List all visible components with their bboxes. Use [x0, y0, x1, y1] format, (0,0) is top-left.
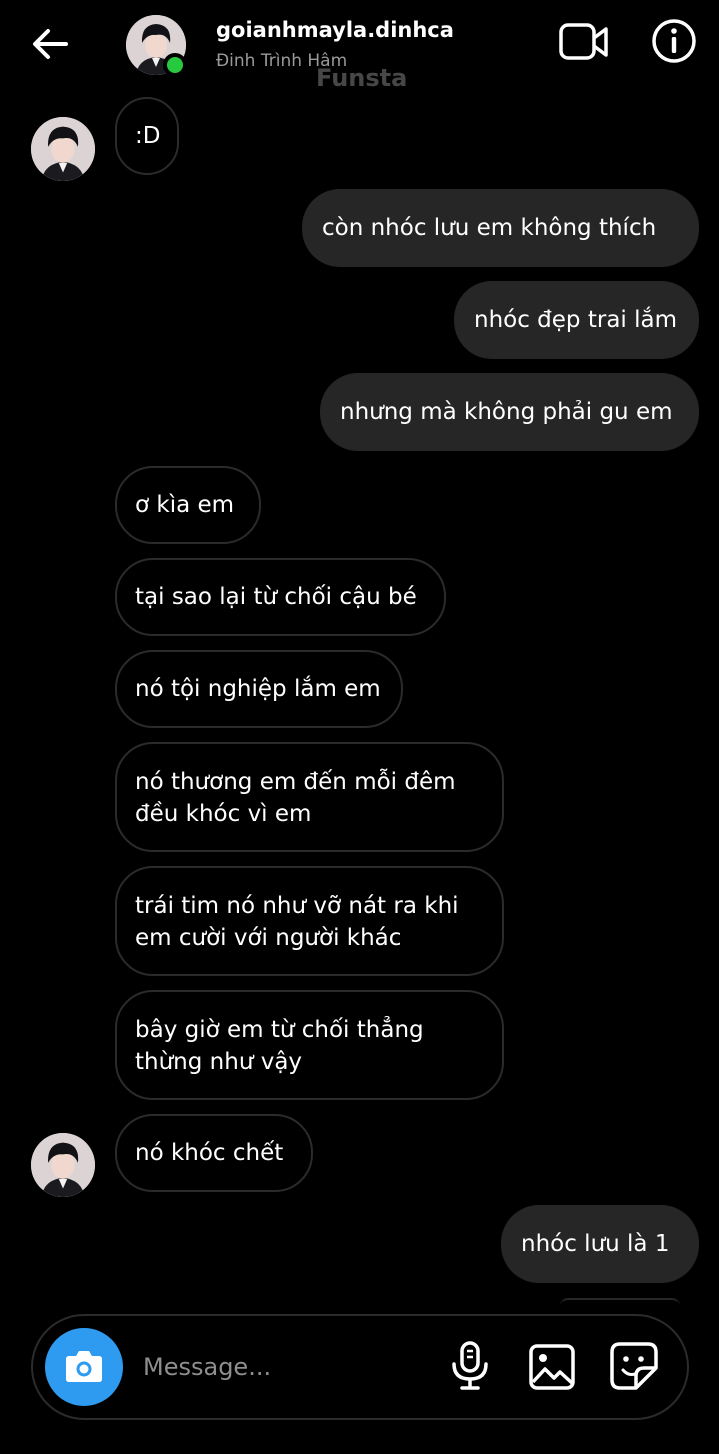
back-button[interactable]: [28, 22, 72, 66]
message-input[interactable]: [143, 1347, 423, 1387]
next-message-peek: [560, 1298, 680, 1306]
message-text: nhưng mà không phải gu em: [340, 399, 673, 425]
message-text-line: bây giờ em từ chối thẳng: [135, 1017, 424, 1043]
message-outgoing[interactable]: nhóc lưu là 1: [501, 1205, 699, 1283]
funsta-watermark: Funsta: [316, 64, 408, 92]
sticker-button[interactable]: [608, 1340, 660, 1392]
message-outgoing[interactable]: nhóc đẹp trai lắm: [454, 281, 699, 359]
gallery-button[interactable]: [527, 1342, 577, 1392]
message-outgoing[interactable]: nhưng mà không phải gu em: [320, 373, 699, 451]
message-text-line: thừng như vậy: [135, 1049, 303, 1075]
video-call-button[interactable]: [558, 20, 610, 64]
message-incoming[interactable]: bây giờ em từ chối thẳng thừng như vậy: [115, 990, 504, 1100]
message-incoming[interactable]: trái tim nó như vỡ nát ra khi em cười vớ…: [115, 866, 504, 976]
sender-avatar[interactable]: [31, 117, 95, 181]
message-text: :D: [135, 123, 161, 149]
message-text-line: trái tim nó như vỡ nát ra khi: [135, 893, 459, 919]
message-text: nó tội nghiệp lắm em: [135, 676, 381, 702]
message-incoming[interactable]: nó khóc chết: [115, 1114, 313, 1192]
message-text: nhóc đẹp trai lắm: [474, 307, 678, 333]
chat-header: goianhmayla.dinhca Đinh Trình Hâm Funsta: [0, 0, 719, 95]
info-circle-icon: [652, 19, 696, 63]
message-text: ơ kìa em: [135, 492, 235, 518]
microphone-icon: [452, 1341, 488, 1390]
message-text-line: nó thương em đến mỗi đêm: [135, 769, 456, 795]
arrow-left-icon: [33, 29, 68, 59]
message-text: tại sao lại từ chối cậu bé: [135, 584, 417, 610]
message-outgoing[interactable]: còn nhóc lưu em không thích: [302, 189, 699, 267]
camera-button[interactable]: [45, 1328, 123, 1406]
message-incoming[interactable]: tại sao lại từ chối cậu bé: [115, 558, 446, 636]
message-text: nhóc lưu là 1: [521, 1231, 670, 1257]
sticker-icon: [610, 1342, 658, 1390]
video-camera-icon: [559, 23, 608, 60]
message-incoming[interactable]: :D: [115, 97, 179, 175]
image-icon: [529, 1344, 575, 1390]
message-text: còn nhóc lưu em không thích: [322, 215, 657, 241]
voice-message-button[interactable]: [448, 1340, 492, 1392]
info-button[interactable]: [650, 17, 698, 65]
message-text-line: đều khóc vì em: [135, 801, 312, 827]
header-username[interactable]: goianhmayla.dinhca: [216, 18, 454, 42]
message-incoming[interactable]: nó tội nghiệp lắm em: [115, 650, 403, 728]
message-incoming[interactable]: ơ kìa em: [115, 466, 261, 544]
sender-avatar[interactable]: [31, 1133, 95, 1197]
message-text-line: em cười với người khác: [135, 925, 402, 951]
online-status-dot: [163, 53, 187, 77]
message-text: nó khóc chết: [135, 1140, 284, 1166]
message-incoming[interactable]: nó thương em đến mỗi đêm đều khóc vì em: [115, 742, 504, 852]
camera-icon: [66, 1351, 102, 1382]
